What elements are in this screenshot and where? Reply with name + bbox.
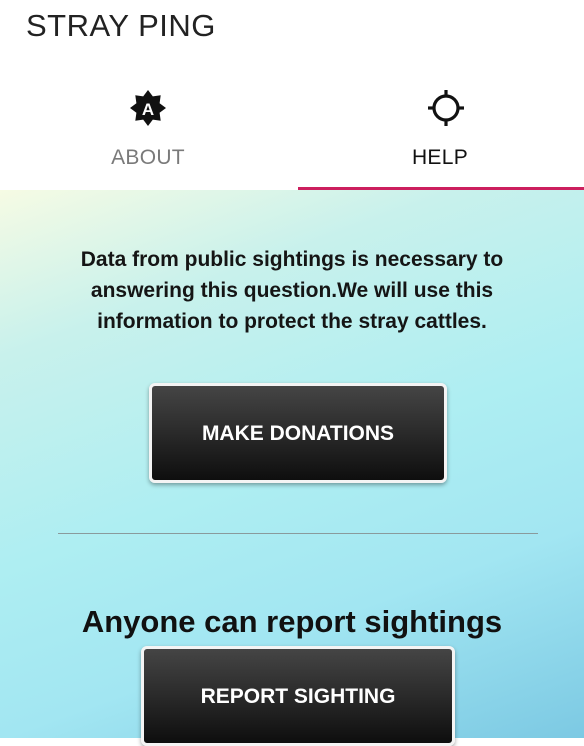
tab-help[interactable]: HELP <box>296 60 584 190</box>
report-section-title: Anyone can report sightings <box>81 604 503 639</box>
app-title: STRAY PING <box>26 8 216 43</box>
gps-target-icon <box>426 88 466 128</box>
info-text: Data from public sightings is necessary … <box>80 248 504 333</box>
tab-help-label: HELP <box>411 146 469 169</box>
help-content: Data from public sightings is necessary … <box>0 190 584 746</box>
svg-text:A: A <box>142 100 154 119</box>
app-bar: STRAY PING <box>0 0 584 60</box>
tab-about[interactable]: A ABOUT <box>0 60 296 190</box>
report-sighting-button[interactable]: REPORT SIGHTING <box>141 646 455 746</box>
divider <box>58 533 538 534</box>
make-donations-button[interactable]: MAKE DONATIONS <box>149 383 447 483</box>
tab-about-label: ABOUT <box>111 146 185 169</box>
brightness-auto-icon: A <box>128 88 168 128</box>
tab-bar: A ABOUT HELP <box>0 60 584 190</box>
